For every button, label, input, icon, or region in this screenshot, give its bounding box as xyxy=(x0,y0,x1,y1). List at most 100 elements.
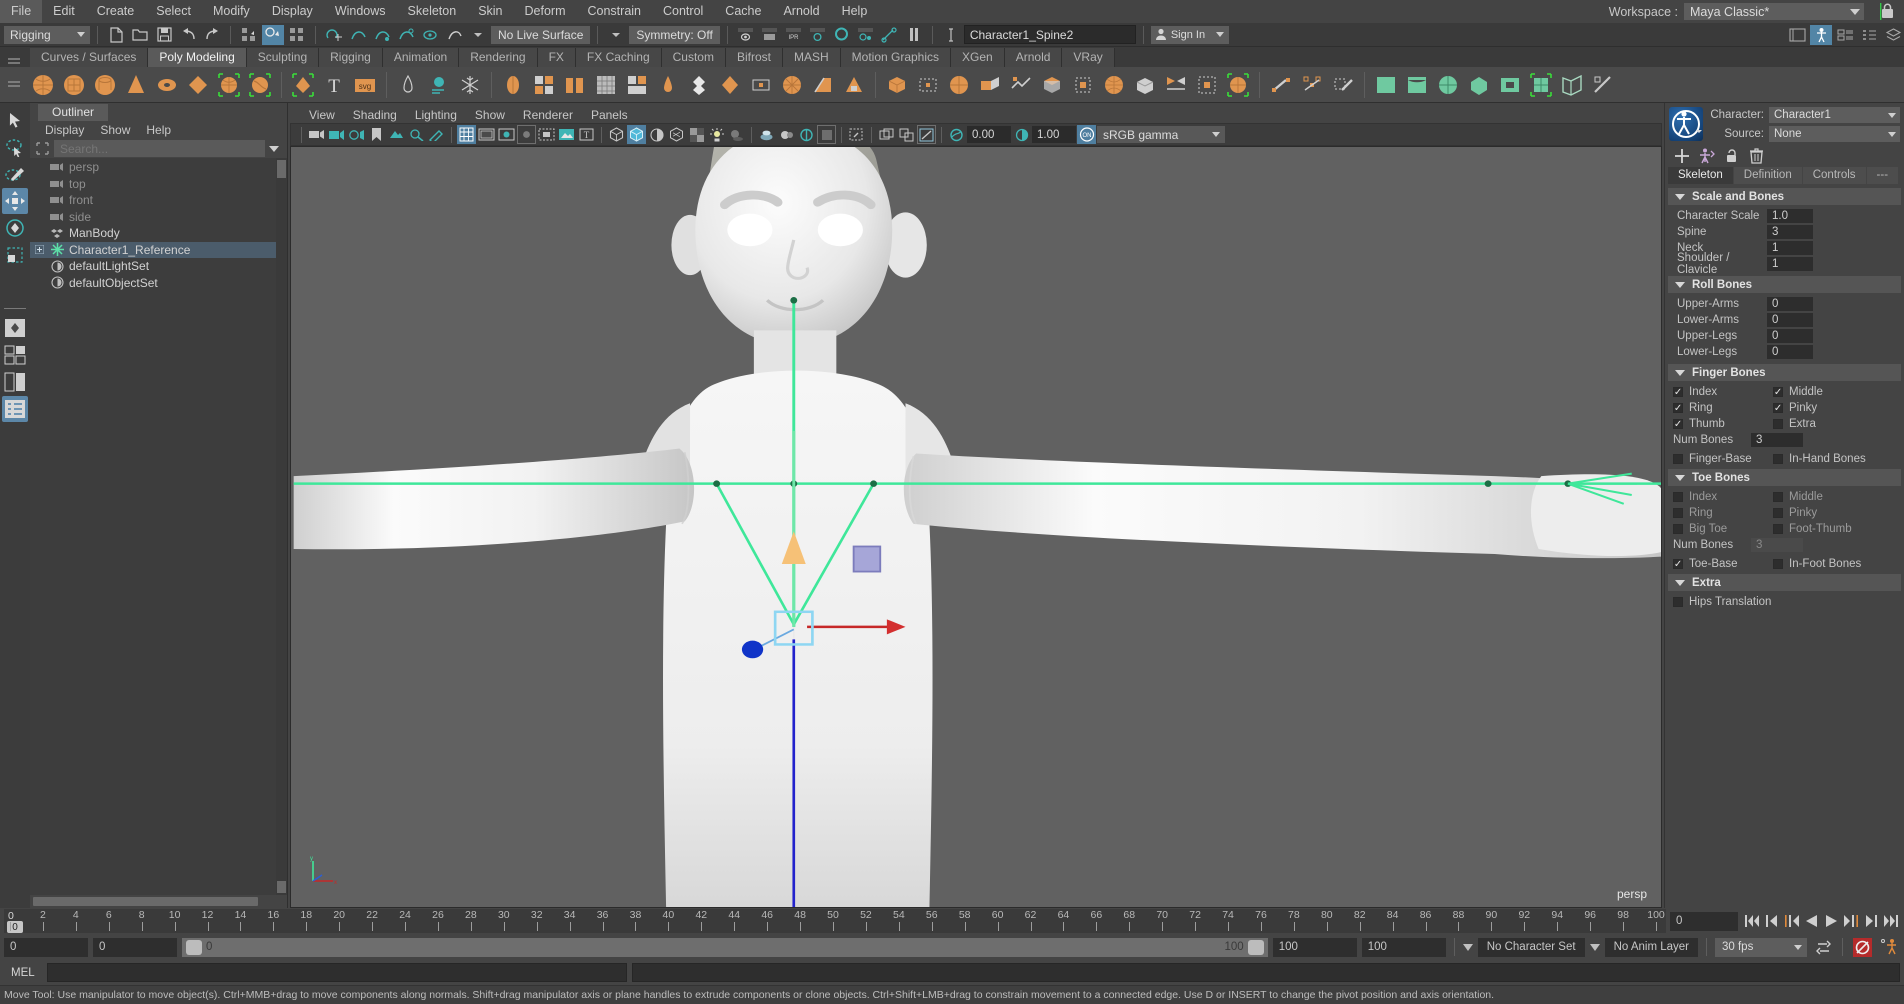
isolate-select-icon[interactable] xyxy=(847,125,866,144)
neck-input[interactable]: 1 xyxy=(1767,241,1813,255)
shelf-tab-mash[interactable]: MASH xyxy=(782,48,841,67)
target-weld-icon[interactable] xyxy=(913,69,943,101)
redo-button[interactable] xyxy=(201,25,223,45)
finger-num-bones-input[interactable]: 3 xyxy=(1751,433,1803,447)
checkbox-finger-middle[interactable]: Middle xyxy=(1771,384,1871,400)
multi-cut-icon[interactable] xyxy=(944,69,974,101)
uv-cylindrical-icon[interactable] xyxy=(1402,69,1432,101)
shade-options-icon[interactable] xyxy=(647,125,666,144)
checkbox-toe-index[interactable]: Index xyxy=(1671,489,1771,505)
checkbox-toe-middle[interactable]: Middle xyxy=(1771,489,1871,505)
show-manipulator-button[interactable] xyxy=(2,315,28,341)
time-slider[interactable]: 0 2 4 6 8 10 12 14 16 18 20 22 24 26 28 30 32 34 36 38 40 42… xyxy=(4,909,1666,933)
bookmark-icon[interactable] xyxy=(367,125,386,144)
shelf-tab-animation[interactable]: Animation xyxy=(382,48,460,67)
menu-create[interactable]: Create xyxy=(86,0,146,23)
sign-in-button[interactable]: Sign In xyxy=(1150,25,1229,44)
grease-pencil-icon[interactable] xyxy=(407,125,426,144)
loop-playback-button[interactable] xyxy=(1812,937,1834,958)
bevel-box-icon[interactable] xyxy=(1130,69,1160,101)
viewport-menu-panels[interactable]: Panels xyxy=(582,108,637,122)
checkbox-hips-translation[interactable]: Hips Translation xyxy=(1671,594,1831,610)
section-roll-bones[interactable]: Roll Bones xyxy=(1668,276,1901,293)
snap-to-projected-center-button[interactable] xyxy=(395,25,417,45)
shelf-tab-bifrost[interactable]: Bifrost xyxy=(725,48,783,67)
character-scale-input[interactable]: 1.0 xyxy=(1767,209,1813,223)
add-character-icon[interactable] xyxy=(1673,147,1690,164)
exposure-value-field[interactable]: 0.00 xyxy=(967,126,1011,143)
combine-mesh-icon[interactable] xyxy=(498,69,528,101)
section-finger-bones[interactable]: Finger Bones xyxy=(1668,364,1901,381)
gamma-value-field[interactable]: 1.00 xyxy=(1032,126,1076,143)
range-slider-left-handle[interactable] xyxy=(186,939,202,955)
polygon-helix-icon[interactable] xyxy=(245,69,275,101)
pause-button[interactable] xyxy=(903,25,925,45)
2d-pan-zoom-icon[interactable] xyxy=(877,125,896,144)
shelf-tab-sculpting[interactable]: Sculpting xyxy=(246,48,320,67)
toggle-resolution-gate-icon[interactable] xyxy=(497,125,516,144)
auto-keyframe-toggle-button[interactable] xyxy=(1851,937,1873,958)
checkbox-finger-index[interactable]: Index xyxy=(1671,384,1771,400)
mirror-cut-icon[interactable] xyxy=(1161,69,1191,101)
toggle-film-gate-icon[interactable] xyxy=(477,125,496,144)
uv-automatic-icon[interactable] xyxy=(1464,69,1494,101)
outliner-item-front[interactable]: front xyxy=(30,192,287,209)
uv-layout-icon[interactable] xyxy=(1588,69,1618,101)
wedge-icon[interactable] xyxy=(808,69,838,101)
viewport-menu-lighting[interactable]: Lighting xyxy=(406,108,466,122)
polygon-sphere-icon[interactable] xyxy=(28,69,58,101)
toggle-grid-icon[interactable] xyxy=(457,125,476,144)
scrollbar-bottom-thumb[interactable] xyxy=(277,881,286,893)
extrude-icon[interactable] xyxy=(622,69,652,101)
outliner-menu-display[interactable]: Display xyxy=(38,123,91,137)
checkbox-finger-base[interactable]: Finger-Base xyxy=(1671,451,1771,467)
polygon-soccerball-icon[interactable] xyxy=(214,69,244,101)
shelf-tab-arnold[interactable]: Arnold xyxy=(1004,48,1063,67)
shoulder-clavicle-input[interactable]: 1 xyxy=(1767,257,1813,271)
range-slider[interactable]: 0 100 xyxy=(182,937,1268,957)
snap-to-point-button[interactable] xyxy=(371,25,393,45)
move-tool-button[interactable] xyxy=(2,188,28,214)
open-scene-button[interactable] xyxy=(129,25,151,45)
menu-display[interactable]: Display xyxy=(261,0,324,23)
wireframe-shading-icon[interactable] xyxy=(607,125,626,144)
uv-unfold-icon[interactable] xyxy=(1557,69,1587,101)
menu-help[interactable]: Help xyxy=(831,0,879,23)
toggle-gate-mask-icon[interactable] xyxy=(517,125,536,144)
outliner-item-persp[interactable]: persp xyxy=(30,159,287,176)
render-view-button[interactable] xyxy=(855,25,877,45)
uv-spherical-icon[interactable] xyxy=(1433,69,1463,101)
use-all-lights-icon[interactable] xyxy=(707,125,726,144)
anim-layer-menu-icon[interactable] xyxy=(1589,943,1600,951)
text-tool-icon[interactable]: T xyxy=(319,69,349,101)
open-humanik-editor-button[interactable] xyxy=(1810,24,1832,45)
append-polygon-icon[interactable] xyxy=(882,69,912,101)
menu-edit[interactable]: Edit xyxy=(42,0,86,23)
polygon-cone-icon[interactable] xyxy=(121,69,151,101)
menu-constrain[interactable]: Constrain xyxy=(577,0,653,23)
select-by-hierarchy-button[interactable] xyxy=(238,25,260,45)
menu-select[interactable]: Select xyxy=(145,0,202,23)
lock-camera-icon[interactable] xyxy=(327,125,346,144)
make-live-button[interactable] xyxy=(443,25,465,45)
play-backwards-button[interactable] xyxy=(1802,912,1820,930)
shelf-tab-poly-modeling[interactable]: Poly Modeling xyxy=(148,48,247,67)
scrollbar-thumb[interactable] xyxy=(277,160,286,178)
transfer-attributes-icon[interactable] xyxy=(746,69,776,101)
lock-character-icon[interactable] xyxy=(1723,147,1740,164)
viewport-menu-show[interactable]: Show xyxy=(466,108,514,122)
anti-aliasing-icon[interactable] xyxy=(797,125,816,144)
rotate-tool-button[interactable] xyxy=(2,215,28,241)
lower-legs-input[interactable]: 0 xyxy=(1767,345,1813,359)
humanik-tab-more[interactable]: --- xyxy=(1866,167,1899,184)
boolean-icon[interactable] xyxy=(560,69,590,101)
motion-blur-icon[interactable] xyxy=(777,125,796,144)
checkbox-finger-thumb[interactable]: Thumb xyxy=(1671,416,1771,432)
play-forwards-button[interactable] xyxy=(1822,912,1840,930)
ambient-occlusion-icon[interactable] xyxy=(757,125,776,144)
character-select[interactable]: Character1 xyxy=(1769,107,1900,123)
expand-toggle-icon[interactable] xyxy=(34,244,45,255)
reduce-icon[interactable] xyxy=(777,69,807,101)
outliner-item-defaultobjectset[interactable]: defaultObjectSet xyxy=(30,275,287,292)
poke-face-icon[interactable] xyxy=(839,69,869,101)
